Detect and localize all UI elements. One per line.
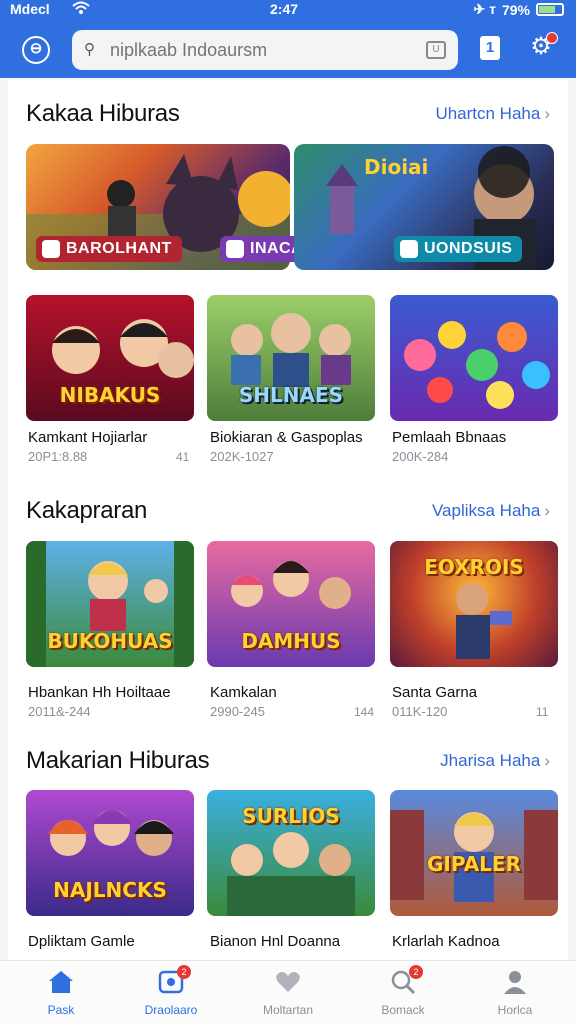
chevron-right-icon: › <box>544 104 550 123</box>
top-bar: Mdecl 2:47 ✈ ᴛ 79% ⊖ ⚲ U 1 ⚙ <box>0 0 576 78</box>
game-tile-2-2[interactable]: DAMHUS <box>207 541 375 667</box>
battery-percent: 79% <box>501 1 530 18</box>
app-icon <box>400 240 418 258</box>
home-icon <box>47 969 75 995</box>
person-icon <box>501 969 529 995</box>
search-icon: ⚲ <box>84 41 95 58</box>
section-title-3: Makarian Hiburas <box>26 747 210 774</box>
game-wordmark: SURLIOS <box>242 804 340 828</box>
game-wordmark: NAJLNCKS <box>53 878 167 902</box>
game-title[interactable]: Dpliktam Gamle <box>28 933 135 950</box>
heart-icon <box>274 969 302 995</box>
game-wordmark: BUKOHUAS <box>47 629 173 653</box>
game-title[interactable]: Bianon Hnl Doanna <box>210 933 340 950</box>
voice-icon[interactable]: U <box>426 41 446 59</box>
game-rank: 11 <box>536 705 549 719</box>
notification-badge: 2 <box>409 965 423 979</box>
game-title[interactable]: Pemlaah Bbnaas <box>392 429 506 446</box>
game-tile-1-2[interactable]: SHLNAES <box>207 295 375 421</box>
game-title[interactable]: Santa Garna <box>392 684 477 701</box>
game-tile-1-3[interactable] <box>390 295 558 421</box>
games-icon: 2 <box>157 965 191 995</box>
game-title[interactable]: Kamkalan <box>210 684 277 701</box>
app-icon <box>42 240 60 258</box>
game-rank: 41 <box>176 450 190 464</box>
game-tile-3-3[interactable]: GIPALER <box>390 790 558 916</box>
section-title-1: Kakaa Hiburas <box>26 100 180 127</box>
section-title-2: Kakapraran <box>26 497 148 524</box>
game-meta: 202K-1027 <box>210 449 274 464</box>
tab-games[interactable]: 2 Draolaaro <box>126 965 216 1017</box>
chevron-right-icon: › <box>544 501 550 520</box>
game-title[interactable]: Hbankan Hh Hoiltaae <box>28 684 171 701</box>
game-title[interactable]: Krlarlah Kadnoa <box>392 933 500 950</box>
see-all-link-1[interactable]: Uhartcn Haha › <box>435 104 550 124</box>
notification-dot <box>546 32 558 44</box>
see-all-link-2[interactable]: Vapliksa Haha › <box>432 501 550 521</box>
battery-icon <box>536 3 564 16</box>
game-meta: 2011&-244 <box>28 704 91 719</box>
tab-profile[interactable]: Horlca <box>470 969 560 1017</box>
status-bar: Mdecl 2:47 ✈ ᴛ 79% <box>0 0 576 20</box>
chevron-right-icon: › <box>544 751 550 770</box>
featured-banner-2[interactable]: Dioiai UONDSUIS <box>294 144 554 270</box>
banner-label-1: BAROLHANT <box>36 236 182 262</box>
game-wordmark: DAMHUS <box>241 629 341 653</box>
tab-favorites[interactable]: Moltartan <box>243 969 333 1017</box>
search-icon: 2 <box>389 965 423 995</box>
tab-home[interactable]: Pask <box>16 969 106 1017</box>
search-input[interactable] <box>110 39 410 61</box>
game-wordmark: SHLNAES <box>238 383 344 407</box>
game-title[interactable]: Kamkant Hojiarlar <box>28 429 147 446</box>
settings-icon[interactable]: ⚙ <box>528 32 558 60</box>
search-bar[interactable]: ⚲ U <box>72 30 458 70</box>
game-tile-2-1[interactable]: BUKOHUAS <box>26 541 194 667</box>
wifi-icon <box>72 1 90 18</box>
game-tile-1-1[interactable]: NIBAKUS <box>26 295 194 421</box>
status-time: 2:47 <box>270 1 299 17</box>
game-wordmark: EOXROIS <box>424 555 524 579</box>
see-all-link-3[interactable]: Jharisa Haha › <box>440 751 550 771</box>
game-wordmark: GIPALER <box>427 852 521 876</box>
menu-icon[interactable]: ⊖ <box>22 36 50 64</box>
library-icon[interactable]: 1 <box>480 36 500 60</box>
game-meta: 20P1:8.88 <box>28 449 88 464</box>
game-tile-3-2[interactable]: SURLIOS <box>207 790 375 916</box>
game-title[interactable]: Biokiaran & Gaspoplas <box>210 429 363 446</box>
game-tile-3-1[interactable]: NAJLNCKS <box>26 790 194 916</box>
carrier-label: Mdecl <box>10 1 50 17</box>
app-icon <box>226 240 244 258</box>
svg-text:Dioiai: Dioiai <box>364 155 428 179</box>
game-meta: 011K-120 <box>392 704 448 719</box>
game-meta: 2990-245 <box>210 704 265 719</box>
status-icons: ✈ ᴛ <box>473 1 496 17</box>
game-meta: 200K-284 <box>392 449 449 464</box>
bottom-tab-bar: Pask 2 Draolaaro Moltartan 2 Bomack Horl… <box>0 960 576 1024</box>
banner-label-3: UONDSUIS <box>394 236 523 262</box>
game-tile-2-3[interactable]: EOXROIS <box>390 541 558 667</box>
notification-badge: 2 <box>177 965 191 979</box>
tab-search[interactable]: 2 Bomack <box>358 965 448 1017</box>
game-rank: 144 <box>354 705 375 719</box>
game-wordmark: NIBAKUS <box>59 383 161 407</box>
